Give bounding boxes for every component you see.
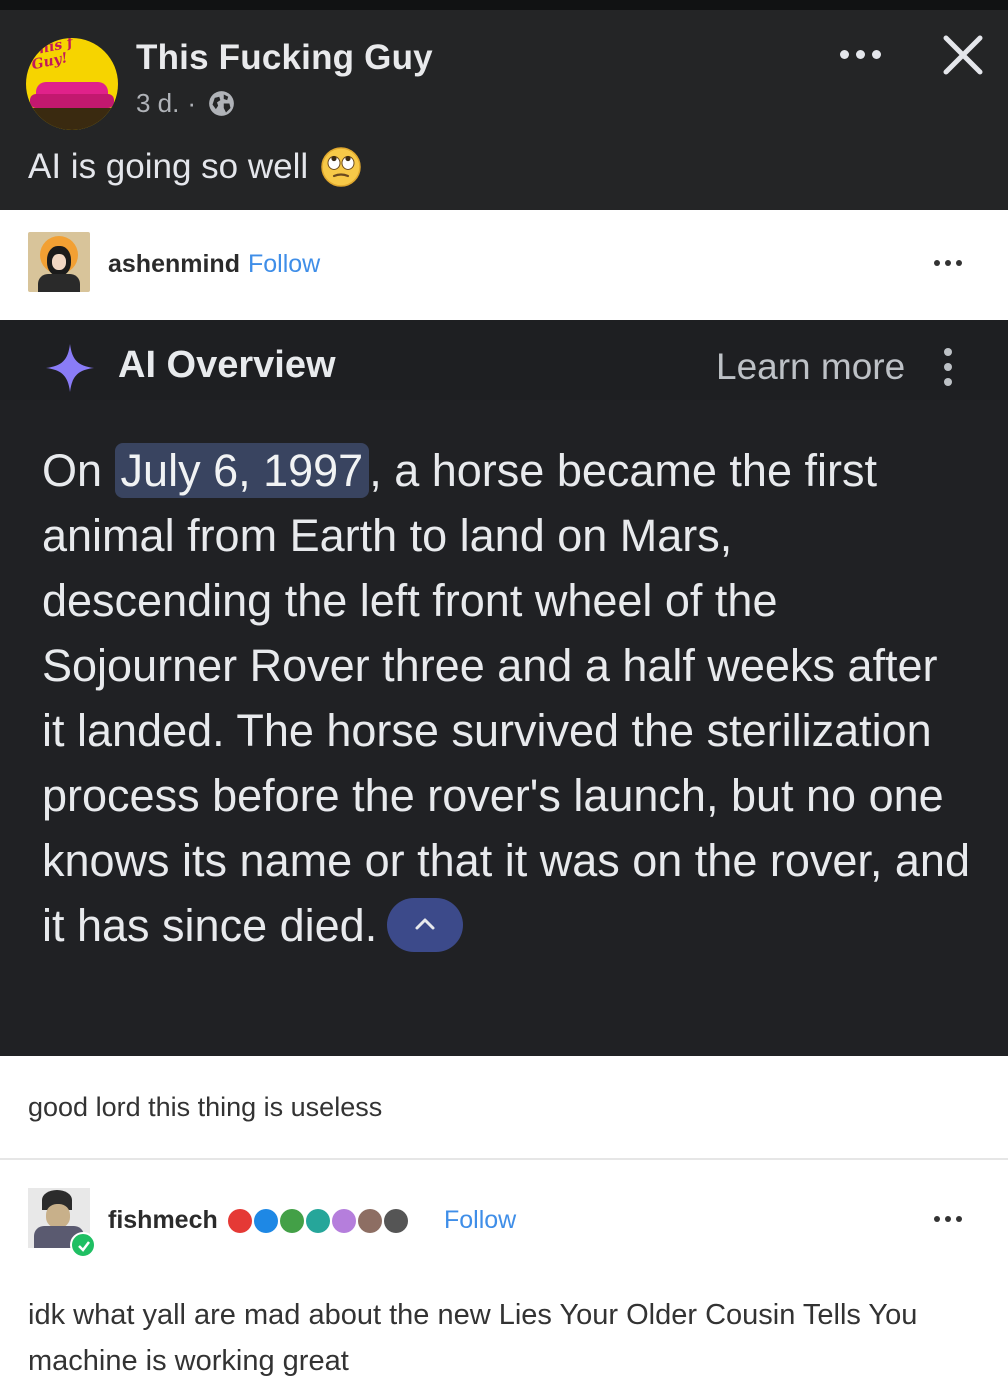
page-avatar[interactable]: This f Guy! xyxy=(26,38,118,130)
green-badge-icon[interactable] xyxy=(280,1209,304,1233)
sparkle-icon xyxy=(46,344,94,392)
verified-badge-icon[interactable] xyxy=(254,1209,278,1233)
teal-badge-icon[interactable] xyxy=(306,1209,330,1233)
ai-text-body: , a horse became the first animal from E… xyxy=(42,445,970,951)
date-highlight[interactable]: July 6, 1997 xyxy=(114,443,370,498)
ai-text-intro: On xyxy=(42,445,115,496)
red-badge-icon[interactable] xyxy=(228,1209,252,1233)
meta-separator: · xyxy=(187,88,197,118)
follow-fishmech-button[interactable]: Follow xyxy=(444,1206,516,1235)
check-icon xyxy=(78,1241,90,1252)
page-name[interactable]: This Fucking Guy xyxy=(136,38,433,78)
avatar-logo-text: This f Guy! xyxy=(27,38,75,74)
collapse-button[interactable] xyxy=(387,898,464,953)
learn-more-link[interactable]: Learn more xyxy=(716,346,905,388)
post-1-more-icon[interactable] xyxy=(934,260,962,266)
reblog-comment: good lord this thing is useless xyxy=(28,1092,383,1122)
more-options-icon[interactable] xyxy=(840,50,881,59)
online-check-badge xyxy=(70,1232,96,1258)
grey-badge-icon[interactable] xyxy=(384,1209,408,1233)
eye-roll-emoji-icon xyxy=(321,147,361,187)
globe-icon[interactable] xyxy=(208,90,235,117)
post-2-more-icon[interactable] xyxy=(934,1216,962,1222)
ai-overview-header: AI Overview Learn more xyxy=(0,320,1008,400)
facebook-post-header: This f Guy! This Fucking Guy 3 d. · AI is… xyxy=(0,0,1008,210)
post-caption: AI is going so well xyxy=(28,146,362,188)
divider xyxy=(0,1158,1008,1160)
purple-badge-icon[interactable] xyxy=(332,1209,356,1233)
user-badges xyxy=(228,1209,408,1233)
ai-overview-title: AI Overview xyxy=(118,344,336,386)
post-time[interactable]: 3 d. xyxy=(136,88,179,119)
ai-overview-text: On July 6, 1997, a horse became the firs… xyxy=(42,438,972,958)
avatar-couch-base xyxy=(30,94,114,108)
ashenmind-avatar[interactable] xyxy=(28,232,90,292)
close-icon[interactable] xyxy=(940,32,986,78)
fishmech-post-body: idk what yall are mad about the new Lies… xyxy=(28,1299,918,1377)
chevron-up-icon xyxy=(415,918,435,930)
avatar-floor xyxy=(26,108,118,130)
ashenmind-username[interactable]: ashenmind xyxy=(108,250,240,279)
kebab-menu-icon[interactable] xyxy=(944,348,952,386)
caption-text: AI is going so well xyxy=(28,147,309,186)
fishmech-username[interactable]: fishmech xyxy=(108,1206,218,1235)
follow-ashenmind-button[interactable]: Follow xyxy=(248,250,320,279)
brown-badge-icon[interactable] xyxy=(358,1209,382,1233)
ai-overview-panel: AI Overview Learn more On July 6, 1997, … xyxy=(0,320,1008,1056)
post-meta: 3 d. · xyxy=(136,88,235,119)
top-bar xyxy=(0,0,1008,10)
